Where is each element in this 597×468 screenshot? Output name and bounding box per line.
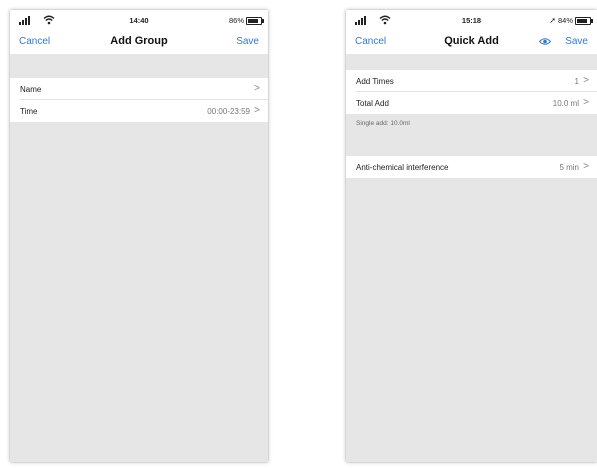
row-label: Name	[20, 85, 42, 94]
time-row[interactable]: Time 00:00-23:59 >	[10, 100, 268, 122]
chevron-right-icon: >	[583, 97, 589, 108]
group-settings-list: Name > Time 00:00-23:59 >	[10, 78, 268, 122]
total-add-row[interactable]: Total Add 10.0 ml >	[346, 92, 597, 114]
nav-bar: Cancel Quick Add Save	[346, 32, 597, 54]
save-button[interactable]: Save	[565, 36, 588, 47]
save-button[interactable]: Save	[236, 36, 259, 47]
row-label: Total Add	[356, 99, 389, 108]
nav-bar: Cancel Add Group Save	[10, 32, 268, 54]
phone-screen-add-group: 14:40 86% Cancel Add Group Save Name > T…	[10, 10, 268, 462]
add-times-row[interactable]: Add Times 1 >	[346, 70, 597, 92]
battery-percent: 84%	[557, 16, 573, 25]
name-row[interactable]: Name >	[10, 78, 268, 100]
location-arrow-icon: ➚	[549, 16, 556, 25]
phone-screen-quick-add: 15:18 ➚ 84% Cancel Quick Add Save Add Ti…	[346, 10, 597, 462]
interference-list: Anti-chemical interference 5 min >	[346, 156, 597, 178]
chevron-right-icon: >	[583, 161, 589, 172]
quick-add-list: Add Times 1 > Total Add 10.0 ml >	[346, 70, 597, 114]
row-label: Time	[20, 107, 38, 116]
single-add-note: Single add: 10.0ml	[356, 120, 410, 127]
page-title: Add Group	[110, 35, 168, 47]
status-bar: 15:18 ➚ 84%	[346, 10, 597, 32]
eye-icon[interactable]	[539, 37, 551, 46]
row-value: 10.0 ml	[552, 99, 579, 108]
anti-chemical-interference-row[interactable]: Anti-chemical interference 5 min >	[346, 156, 597, 178]
battery-status: 86%	[228, 16, 264, 25]
row-value: 1	[574, 77, 579, 86]
row-label: Add Times	[356, 77, 394, 86]
chevron-right-icon: >	[583, 75, 589, 86]
page-title: Quick Add	[444, 35, 499, 47]
battery-icon	[575, 16, 593, 25]
chevron-right-icon: >	[254, 83, 260, 94]
battery-percent: 86%	[228, 16, 244, 25]
status-bar: 14:40 86%	[10, 10, 268, 32]
row-value: 5 min	[559, 163, 579, 172]
row-label: Anti-chemical interference	[356, 163, 449, 172]
battery-icon	[246, 16, 264, 25]
chevron-right-icon: >	[254, 105, 260, 116]
battery-status: ➚ 84%	[549, 16, 593, 25]
row-value: 00:00-23:59	[207, 107, 250, 116]
